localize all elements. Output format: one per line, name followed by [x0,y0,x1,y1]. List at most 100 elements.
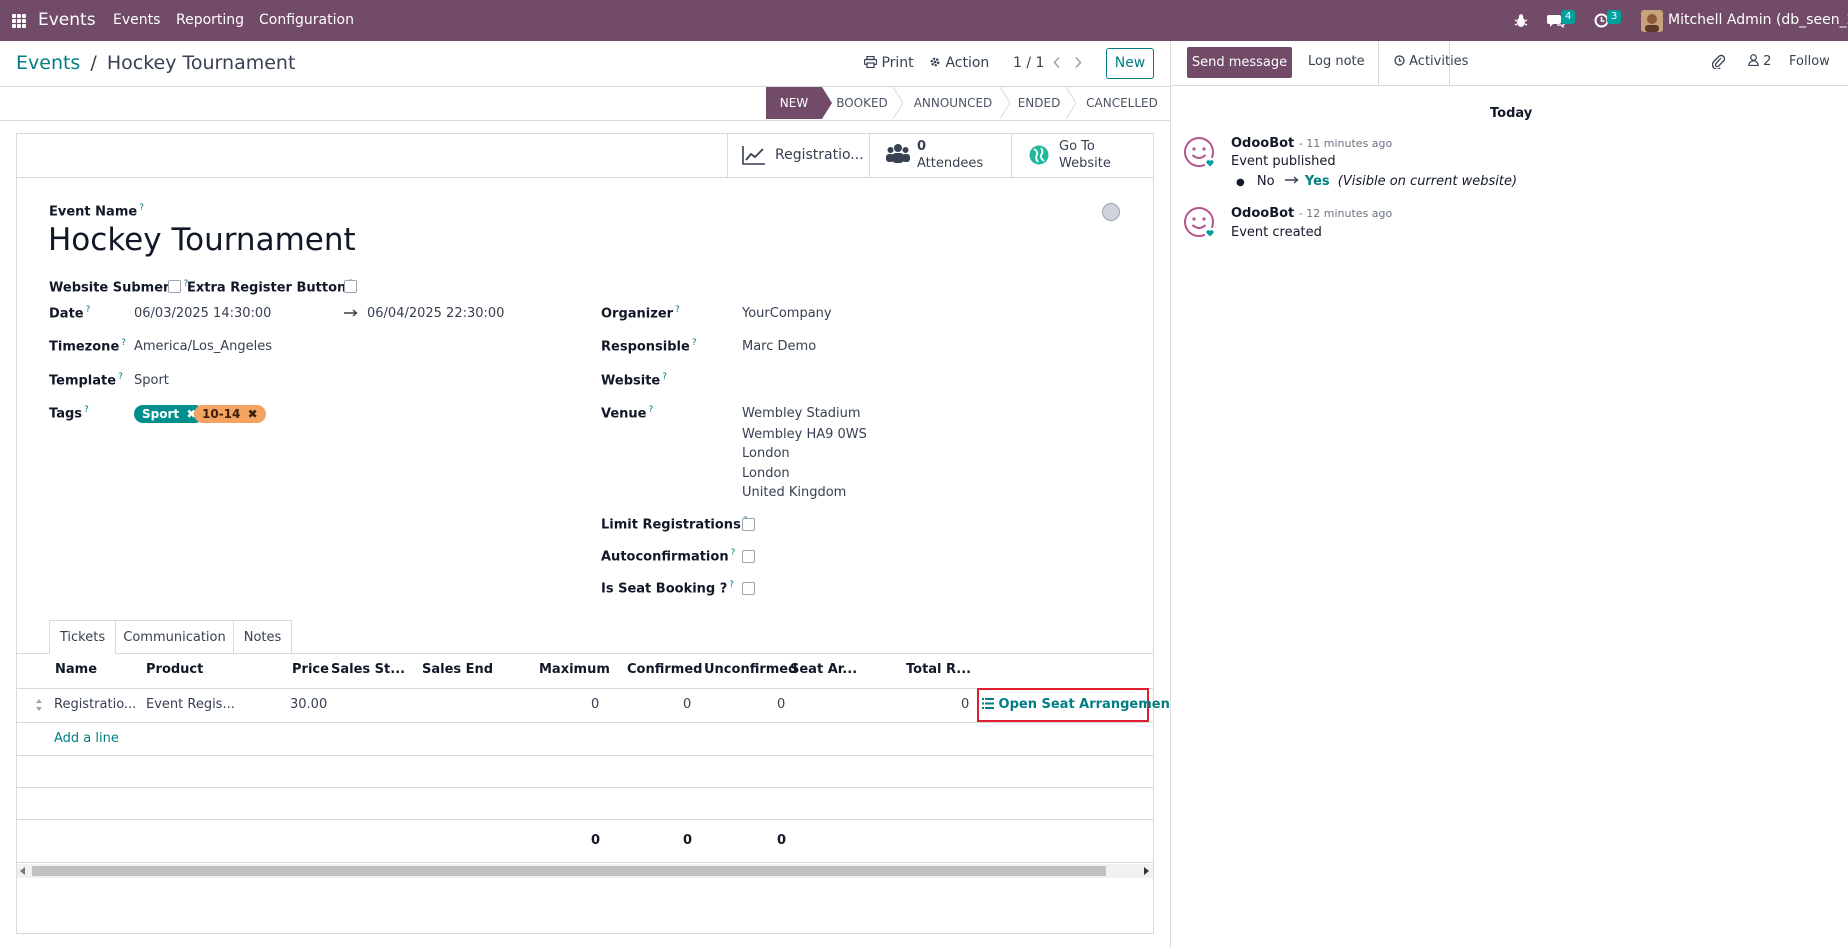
users-group-icon [886,144,910,163]
tracking-old-value: No [1256,174,1275,189]
autoconfirmation-checkbox[interactable] [742,550,755,563]
odoobot-avatar[interactable] [1183,206,1217,240]
menu-reporting[interactable]: Reporting [176,0,244,41]
stage-new[interactable]: New [766,87,822,119]
row-price[interactable]: 30.00 [290,697,327,712]
tags-label: Tags? [49,405,89,422]
event-name-label: Event Name? [49,203,144,220]
tab-communication[interactable]: Communication [116,620,234,654]
followers-button[interactable]: 2 [1748,54,1771,69]
pager-value[interactable]: 1 / 1 [1013,53,1044,73]
tracking-value-change: ● No Yes (Visible on current website) [1236,174,1517,189]
print-button[interactable]: Print [863,53,914,73]
attendees-label: Attendees [917,156,984,171]
limit-registrations-checkbox[interactable] [742,518,755,531]
registrations-smart-button[interactable]: Registratio... [727,133,869,177]
go-to-website-smart-button[interactable]: Go To Website [1011,133,1154,177]
website-submenu-checkbox[interactable] [168,280,181,293]
row-divider [16,862,1154,863]
venue-line[interactable]: Wembley Stadium [742,406,861,421]
column-header-maximum[interactable]: Maximum [539,662,610,677]
extra-register-button-checkbox[interactable] [344,280,357,293]
column-header-seat-arrangement[interactable]: Seat Ar... [790,662,857,677]
total-maximum: 0 [591,833,601,848]
venue-line: London [742,446,790,461]
globe-icon [1029,145,1049,165]
attendees-smart-button[interactable]: 0 Attendees [869,133,1011,177]
apps-menu-icon[interactable] [12,14,26,28]
paperclip-icon[interactable] [1712,54,1725,69]
user-avatar[interactable] [1641,10,1663,32]
stage-booked[interactable]: Booked [832,87,892,119]
row-maximum[interactable]: 0 [591,697,599,712]
follow-button[interactable]: Follow [1789,54,1830,69]
pager-next-icon[interactable] [1073,56,1083,69]
seat-booking-checkbox[interactable] [742,582,755,595]
date-end-input[interactable]: 06/04/2025 22:30:00 [367,306,504,321]
action-button[interactable]: Action [929,53,989,73]
date-begin-input[interactable]: 06/03/2025 14:30:00 [134,306,271,321]
row-product[interactable]: Event Regis... [146,697,235,712]
message-author[interactable]: OdooBot - 11 minutes ago [1231,136,1392,151]
stage-announced[interactable]: Announced [906,87,1000,119]
tag-remove-icon[interactable]: ✖ [248,407,258,421]
message-body: Event published [1231,154,1336,169]
total-unconfirmed: 0 [777,833,787,848]
scroll-left-icon[interactable] [20,867,26,875]
organizer-input[interactable]: YourCompany [742,306,832,321]
log-note-button[interactable]: Log note [1308,54,1365,69]
odoobot-avatar[interactable] [1183,136,1217,170]
add-a-line-link[interactable]: Add a line [54,731,119,746]
scrollbar-thumb[interactable] [32,866,1106,876]
tag-10-14[interactable]: 10-14 ✖ [194,405,266,423]
clock-icon [1394,55,1405,66]
pager-previous-icon[interactable] [1052,56,1062,69]
menu-configuration[interactable]: Configuration [259,0,354,41]
total-confirmed: 0 [683,833,693,848]
row-unconfirmed: 0 [777,697,786,712]
action-label: Action [945,55,990,71]
activities-button[interactable]: Activities [1394,54,1468,69]
column-header-name[interactable]: Name [55,662,97,677]
column-header-product[interactable]: Product [146,662,203,677]
row-name[interactable]: Registratio... [54,697,136,712]
debug-bug-icon[interactable] [1514,13,1528,28]
column-header-confirmed[interactable]: Confirmed [627,662,702,677]
row-confirmed: 0 [683,697,692,712]
send-message-button[interactable]: Send message [1187,47,1292,78]
stage-cancelled[interactable]: Cancelled [1082,87,1162,119]
extra-register-button-label: Extra Register Button? [187,279,353,296]
column-header-price[interactable]: Price [292,662,329,677]
responsible-label: Responsible? [601,338,697,355]
tab-notes[interactable]: Notes [234,620,292,654]
attendees-count: 0 [917,139,927,154]
message-time: - 11 minutes ago [1298,137,1393,150]
template-input[interactable]: Sport [134,373,169,388]
open-seat-arrangement-button[interactable]: Open Seat Arrangement [982,697,1176,712]
responsible-input[interactable]: Marc Demo [742,339,816,354]
app-name[interactable]: Events [38,0,96,41]
kanban-state-indicator[interactable] [1102,203,1120,221]
tab-tickets[interactable]: Tickets [49,620,116,654]
drag-handle-icon[interactable] [35,698,43,712]
column-header-unconfirmed[interactable]: Unconfirmed [704,662,797,677]
seat-booking-label: Is Seat Booking ?? [601,580,735,597]
limit-registrations-label: Limit Registrations? [601,516,748,533]
row-divider [16,787,1154,788]
user-menu[interactable]: Mitchell Admin (db_seen_27) [1668,0,1848,41]
breadcrumb-current: Hockey Tournament [106,52,296,74]
day-separator: Today [1490,106,1533,121]
menu-events[interactable]: Events [113,0,160,41]
message-author[interactable]: OdooBot - 12 minutes ago [1231,206,1392,221]
event-name-input[interactable]: Hockey Tournament [48,222,356,258]
new-record-button[interactable]: New [1106,48,1154,79]
stage-ended[interactable]: Ended [1012,87,1066,119]
timezone-select[interactable]: America/Los_Angeles [134,339,272,354]
stage-separator [893,87,903,119]
breadcrumb-events-link[interactable]: Events [16,52,80,74]
column-header-sales-start[interactable]: Sales St... [331,662,405,677]
column-header-total-registrations[interactable]: Total R... [906,662,971,677]
venue-line: United Kingdom [742,485,847,500]
column-header-sales-end[interactable]: Sales End [422,662,493,677]
scroll-right-icon[interactable] [1143,867,1149,875]
